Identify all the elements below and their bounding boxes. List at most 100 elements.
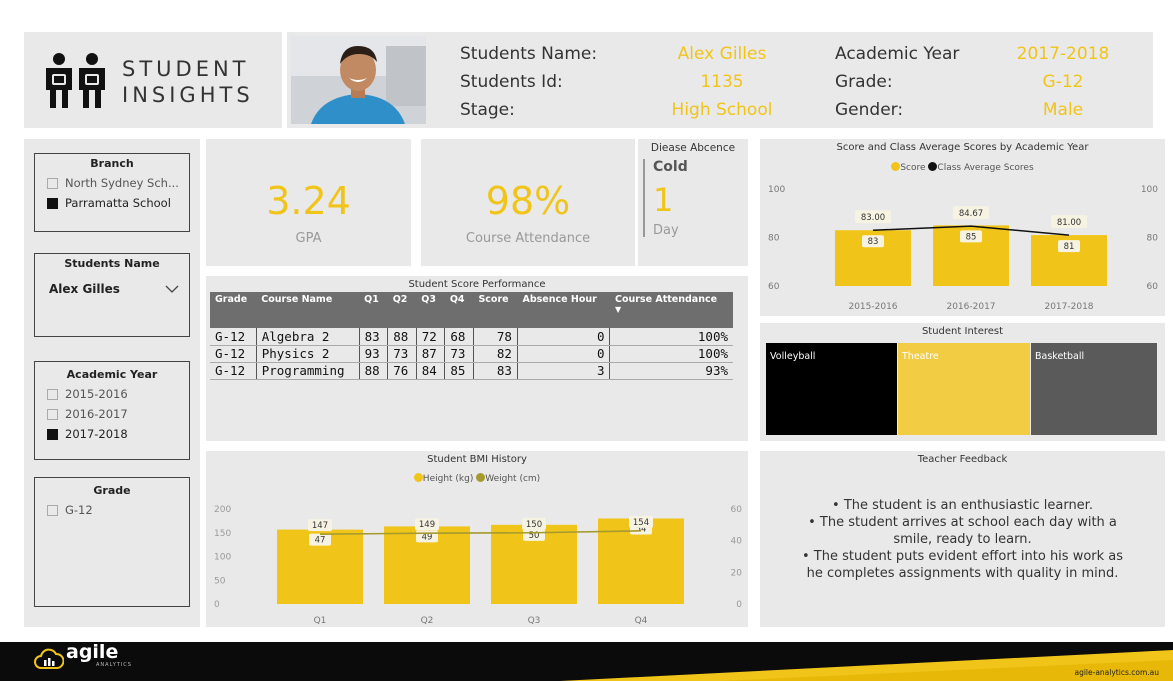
y-tick-label-right: 20: [731, 568, 743, 578]
stage-label: Stage:: [460, 100, 515, 120]
gpa-card: 3.24 GPA: [206, 139, 411, 266]
student-name-dropdown[interactable]: Alex Gilles: [49, 282, 179, 296]
agile-logo[interactable]: agile ANALYTICS: [34, 643, 132, 672]
y-tick-label-left: 100: [768, 185, 785, 195]
disease-type: Cold: [653, 159, 688, 175]
chevron-down-icon[interactable]: [165, 285, 179, 293]
col-grade[interactable]: Grade: [210, 292, 257, 328]
checkbox-checked-icon[interactable]: [47, 197, 58, 209]
weight-line: [319, 530, 642, 535]
table-row: G-12 Physics 2 93 73 87 73 82 0 100%: [210, 345, 733, 363]
attendance-value: 98%: [485, 179, 571, 223]
table-cell: G-12: [210, 328, 257, 346]
disease-title: Diease Abcence: [650, 142, 736, 154]
checkbox-checked-icon[interactable]: [47, 428, 58, 440]
col-course-attendance[interactable]: Course Attendance ▼: [609, 292, 733, 328]
footer-url[interactable]: agile-analytics.com.au: [1074, 668, 1159, 677]
y-tick-label-left: 100: [214, 553, 231, 563]
interest-tile-volleyball[interactable]: Volleyball: [766, 343, 897, 435]
gender-value: Male: [1042, 100, 1084, 120]
dashboard-canvas: STUDENT INSIGHTS Students Name: Students…: [8, 6, 1165, 638]
interest-tile-theatre[interactable]: Theatre: [898, 343, 1030, 435]
table-cell: 84: [415, 362, 445, 380]
footer-yellow-swoosh: [560, 650, 1173, 681]
checkbox-icon[interactable]: [47, 388, 58, 400]
disease-unit: Day: [653, 223, 679, 238]
score-data-label: 85: [966, 232, 977, 242]
interest-tile-basketball[interactable]: Basketball: [1031, 343, 1157, 435]
disease-divider: [643, 159, 645, 237]
weight-data-label: 154: [633, 518, 649, 528]
table-cell: 0: [516, 328, 610, 346]
table-cell: 87: [415, 345, 445, 363]
table-cell: 83: [358, 328, 388, 346]
score-data-label: 83: [868, 237, 879, 247]
year-option-2015[interactable]: 2015-2016: [47, 387, 189, 401]
student-interest-card: Student Interest Volleyball Theatre Bask…: [760, 323, 1165, 441]
year-option-2017[interactable]: 2017-2018: [47, 427, 189, 441]
class-average-data-label: 84.67: [959, 209, 983, 219]
y-tick-label-right: 80: [1147, 234, 1159, 244]
branch-option-label: North Sydney Sch...: [65, 176, 179, 190]
year-option-2016[interactable]: 2016-2017: [47, 407, 189, 421]
year-option-label: 2015-2016: [65, 387, 128, 401]
brand-title-line1: STUDENT: [122, 57, 250, 81]
year-value: 2017-2018: [1016, 44, 1110, 64]
attendance-label: Course Attendance: [465, 231, 591, 246]
students-logo-icon: [46, 53, 105, 108]
student-name-slicer-title: Students Name: [64, 257, 160, 270]
table-cell: 93: [358, 345, 388, 363]
x-tick-label: Q3: [528, 616, 541, 626]
academic-year-slicer-title: Academic Year: [66, 368, 158, 381]
gpa-label: GPA: [295, 231, 322, 246]
table-cell: 0: [516, 345, 610, 363]
checkbox-icon[interactable]: [47, 177, 58, 189]
feedback-line: smile, ready to learn.: [893, 532, 1032, 547]
year-option-label: 2017-2018: [65, 427, 128, 441]
filter-column: Branch North Sydney Sch... Parramatta Sc…: [24, 139, 200, 627]
interest-tile-label: Basketball: [1035, 351, 1085, 362]
score-chart: 100 100 80 80 60 60 83 2015-2016 85 2016-2017 81 20…: [768, 185, 1159, 312]
branch-option-label: Parramatta School: [65, 196, 171, 210]
col-q2[interactable]: Q2: [387, 292, 417, 328]
table-cell: 76: [387, 362, 417, 380]
table-cell: G-12: [210, 345, 257, 363]
col-course-attendance-label: Course Attendance: [614, 294, 718, 305]
year-option-label: 2016-2017: [65, 407, 128, 421]
teacher-feedback-card: Teacher Feedback • The student is an ent…: [760, 451, 1165, 627]
class-average-data-label: 81.00: [1057, 218, 1081, 228]
branch-option-north-sydney[interactable]: North Sydney Sch...: [47, 176, 189, 190]
checkbox-icon[interactable]: [47, 504, 58, 516]
year-label: Academic Year: [835, 44, 960, 64]
table-cell: 73: [387, 345, 417, 363]
sort-desc-icon[interactable]: ▼: [615, 305, 728, 314]
col-course-name[interactable]: Course Name: [256, 292, 360, 328]
col-absence-hour[interactable]: Absence Hour: [517, 292, 610, 328]
col-q3[interactable]: Q3: [416, 292, 445, 328]
table-cell: 88: [387, 328, 417, 346]
table-cell: 85: [444, 362, 474, 380]
grade-slicer-title: Grade: [93, 484, 131, 497]
grade-option-g12[interactable]: G-12: [47, 503, 189, 517]
branch-option-parramatta[interactable]: Parramatta School: [47, 196, 189, 210]
col-score[interactable]: Score: [473, 292, 518, 328]
branch-slicer: Branch North Sydney Sch... Parramatta Sc…: [34, 153, 190, 232]
table-cell: Programming: [255, 362, 360, 380]
name-label: Students Name:: [460, 44, 598, 64]
checkbox-icon[interactable]: [47, 408, 58, 420]
table-cell: 93%: [609, 362, 733, 380]
col-q1[interactable]: Q1: [359, 292, 388, 328]
student-name-selected: Alex Gilles: [49, 282, 120, 296]
table-cell: 100%: [609, 345, 733, 363]
weight-data-label: 149: [419, 520, 435, 530]
table-cell: 3: [516, 362, 610, 380]
table-cell: Physics 2: [255, 345, 360, 363]
height-data-label: 47: [315, 536, 326, 546]
gpa-value: 3.24: [266, 179, 351, 223]
branch-slicer-title: Branch: [90, 157, 134, 170]
feedback-line: • The student is an enthusiastic learner…: [832, 498, 1093, 513]
col-q4[interactable]: Q4: [444, 292, 474, 328]
class-average-data-label: 83.00: [861, 213, 885, 223]
x-tick-label: 2017-2018: [1044, 302, 1093, 312]
id-value: 1135: [700, 72, 744, 92]
